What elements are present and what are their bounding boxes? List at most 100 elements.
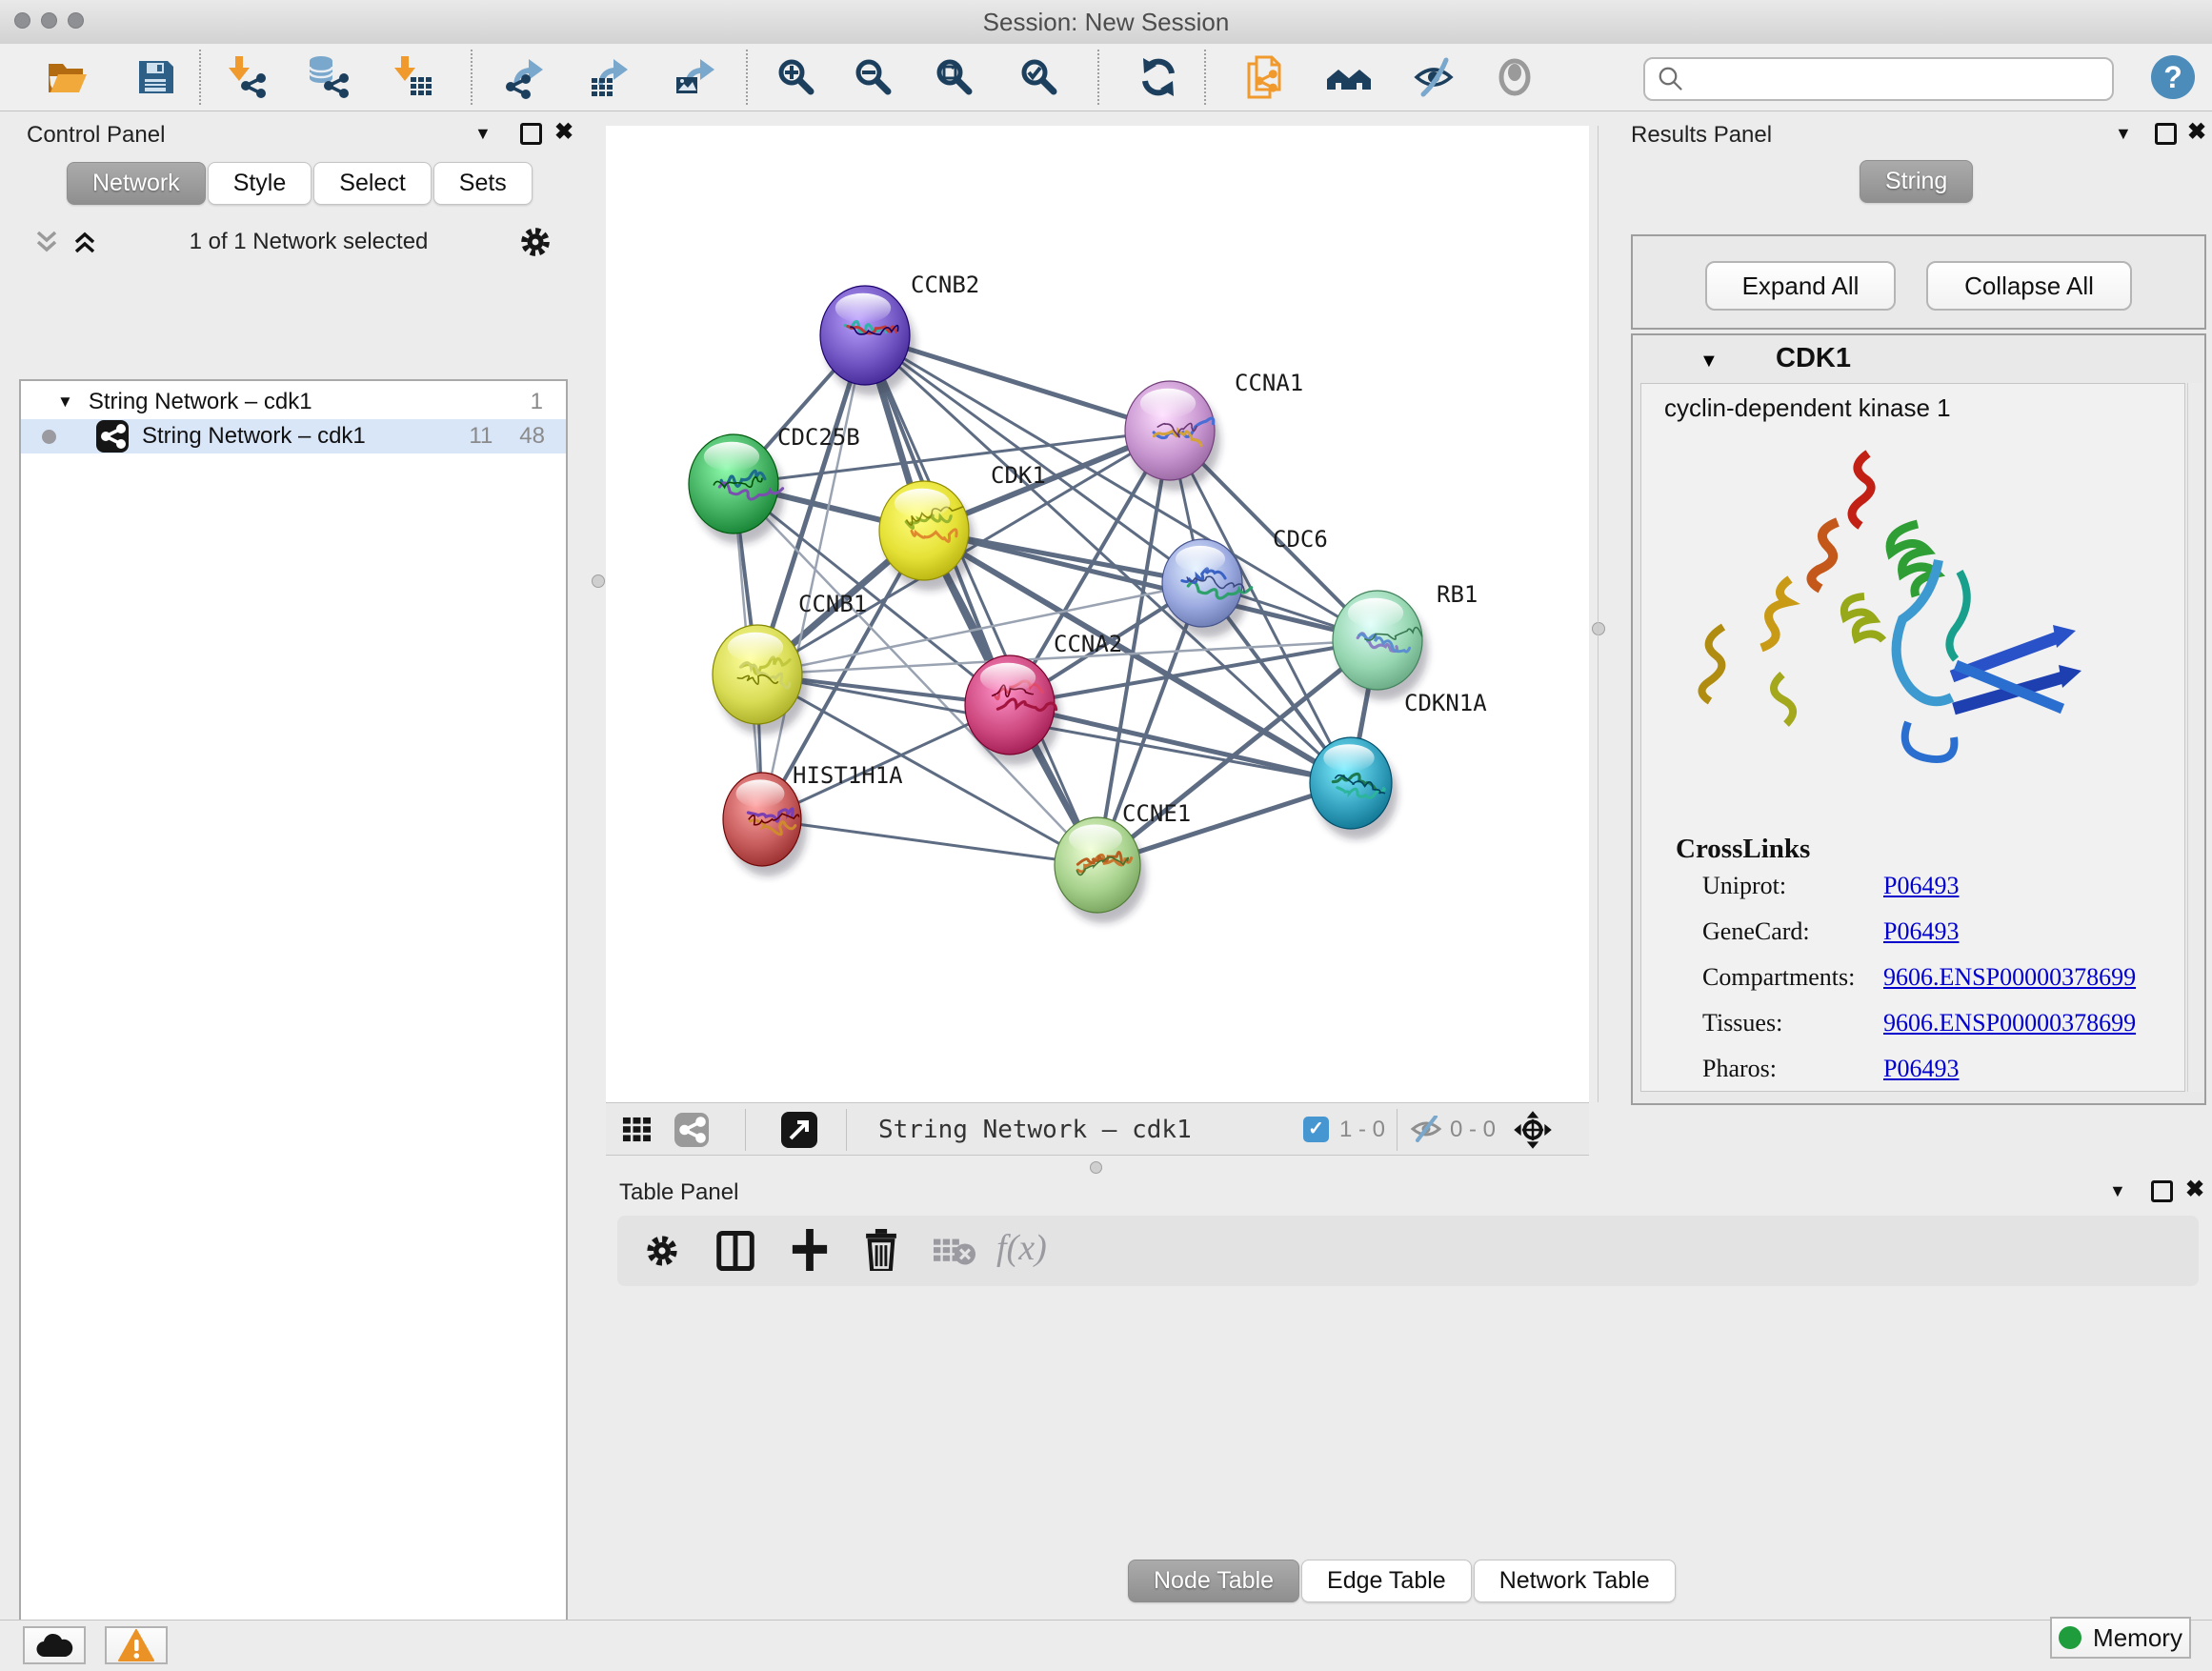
panel-float-icon[interactable] (2151, 1180, 2173, 1202)
panel-close-icon[interactable]: ✖ (2187, 118, 2206, 146)
function-builder-icon[interactable]: f(x) (996, 1227, 1047, 1269)
tab-node-table[interactable]: Node Table (1128, 1560, 1299, 1602)
delete-column-trash-icon[interactable] (863, 1229, 899, 1271)
pan-crosshair-icon[interactable] (1513, 1110, 1553, 1150)
crosslink-label: Uniprot: (1702, 872, 1883, 900)
protein-structure-image (1668, 436, 2106, 817)
results-entry-box: ▼ CDK1 cyclin-dependent kinase 1 (1631, 333, 2206, 1105)
panel-menu-caret-icon[interactable]: ▼ (2109, 1181, 2126, 1201)
refresh-layout-icon[interactable] (1136, 54, 1181, 100)
export-table-icon[interactable] (587, 54, 633, 100)
tab-sets[interactable]: Sets (433, 162, 533, 205)
memory-button[interactable]: Memory (2050, 1617, 2191, 1659)
selected-checkbox-icon[interactable]: ✓ (1303, 1117, 1329, 1142)
panel-close-icon[interactable]: ✖ (2185, 1176, 2204, 1203)
delete-table-icon[interactable] (934, 1237, 975, 1267)
node-CDKN1A[interactable] (1310, 737, 1392, 829)
home-icon[interactable] (1326, 54, 1372, 100)
toolbar-separator (199, 50, 201, 105)
panel-close-icon[interactable]: ✖ (554, 118, 573, 146)
table-panel-title: Table Panel (619, 1179, 738, 1206)
panel-menu-caret-icon[interactable]: ▼ (474, 124, 492, 144)
hidden-eye-slash-icon[interactable] (1410, 1116, 1442, 1142)
import-table-icon[interactable] (390, 54, 435, 100)
zoom-in-icon[interactable] (774, 54, 819, 100)
zoom-out-icon[interactable] (851, 54, 896, 100)
warning-button[interactable] (105, 1626, 168, 1664)
node-CCNA2[interactable] (965, 655, 1056, 755)
left-splitter-handle[interactable] (592, 574, 605, 588)
edge-CCNE1-HIST1H1A[interactable] (762, 819, 1097, 865)
entry-expander-icon[interactable]: ▼ (1699, 351, 1719, 372)
eye-icon[interactable] (1492, 54, 1538, 100)
node-RB1[interactable] (1333, 591, 1422, 690)
results-scrollbar[interactable] (2187, 383, 2202, 1092)
expand-all-button[interactable]: Expand All (1705, 261, 1896, 311)
table-options-gear-icon[interactable] (644, 1233, 680, 1269)
import-network-file-icon[interactable] (224, 54, 270, 100)
tab-select[interactable]: Select (313, 162, 431, 205)
share-document-icon[interactable] (1241, 54, 1287, 100)
tab-edge-table[interactable]: Edge Table (1301, 1560, 1472, 1602)
tab-network-table[interactable]: Network Table (1474, 1560, 1676, 1602)
zoom-selected-icon[interactable] (1016, 54, 1062, 100)
table-toolbar: f(x) (617, 1216, 2199, 1286)
network-options-gear-icon[interactable] (518, 225, 553, 259)
crosslink-link[interactable]: 9606.ENSP00000378699 (1883, 963, 2136, 992)
tab-style[interactable]: Style (208, 162, 312, 205)
crosslink-link[interactable]: P06493 (1883, 1055, 1959, 1083)
crosslink-link[interactable]: 9606.ENSP00000378699 (1883, 1009, 2136, 1037)
tab-network[interactable]: Network (67, 162, 206, 205)
collapse-all-button[interactable]: Collapse All (1926, 261, 2132, 311)
expand-all-networks-icon[interactable] (70, 228, 99, 256)
crosslink-link[interactable]: P06493 (1883, 917, 1959, 946)
status-bar: Memory (0, 1620, 2212, 1671)
zoom-fit-icon[interactable] (932, 54, 977, 100)
network-collection-row[interactable]: ▼ String Network – cdk1 1 (21, 385, 566, 419)
save-session-icon[interactable] (132, 54, 178, 100)
node-CDK1[interactable] (879, 481, 969, 580)
tree-expander-icon[interactable]: ▼ (57, 393, 73, 412)
help-icon[interactable]: ? (2151, 55, 2195, 99)
crosslink-link[interactable]: P06493 (1883, 872, 1959, 900)
tab-string[interactable]: String (1860, 160, 1973, 203)
open-in-new-window-icon[interactable] (781, 1112, 817, 1148)
panel-float-icon[interactable] (2155, 123, 2177, 145)
import-network-database-icon[interactable] (305, 54, 351, 100)
network-share-view-icon[interactable] (674, 1113, 709, 1147)
search-input[interactable] (1693, 65, 2112, 93)
horizontal-splitter-handle[interactable] (1090, 1161, 1102, 1174)
toolbar-separator (1397, 1109, 1398, 1151)
right-splitter-handle[interactable] (1592, 622, 1605, 635)
memory-status-dot-icon (2059, 1626, 2081, 1649)
node-label-RB1: RB1 (1437, 581, 1478, 608)
hide-panel-eye-slash-icon[interactable] (1411, 54, 1457, 100)
node-CCNB1[interactable] (713, 625, 802, 724)
node-CCNB2[interactable] (820, 286, 910, 385)
node-CCNE1[interactable] (1055, 817, 1140, 913)
grid-view-icon[interactable] (619, 1114, 654, 1148)
network-row-selected[interactable]: String Network – cdk1 11 48 (21, 419, 566, 453)
collapse-all-networks-icon[interactable] (32, 228, 61, 256)
application-window: Session: New Session (0, 0, 2212, 1671)
export-image-icon[interactable] (672, 54, 717, 100)
hidden-counts: 0 - 0 (1450, 1117, 1496, 1143)
panel-menu-caret-icon[interactable]: ▼ (2115, 124, 2132, 144)
results-panel: Results Panel ▼ ✖ String Expand All Coll… (1610, 111, 2212, 1174)
node-CCNA1[interactable] (1125, 381, 1215, 480)
node-HIST1H1A[interactable] (723, 773, 801, 866)
search-input-container (1643, 57, 2114, 101)
cloud-button[interactable] (23, 1626, 86, 1664)
control-panel-tabs: NetworkStyleSelectSets (67, 162, 534, 205)
crosslinks-list: Uniprot:P06493GeneCard:P06493Compartment… (1702, 872, 2179, 1100)
open-session-icon[interactable] (44, 54, 90, 100)
network-canvas[interactable]: CCNB2CCNA1CDC25BCDK1CDC6RB1CCNB1CCNA2CDK… (606, 126, 1589, 1102)
main-toolbar: ? (0, 44, 2212, 111)
create-column-plus-icon[interactable] (791, 1229, 829, 1271)
export-network-icon[interactable] (502, 54, 548, 100)
show-columns-icon[interactable] (716, 1231, 754, 1271)
network-collection-count: 1 (531, 389, 543, 415)
node-label-CCNE1: CCNE1 (1122, 800, 1191, 827)
toolbar-separator (1204, 50, 1206, 105)
panel-float-icon[interactable] (520, 123, 542, 145)
